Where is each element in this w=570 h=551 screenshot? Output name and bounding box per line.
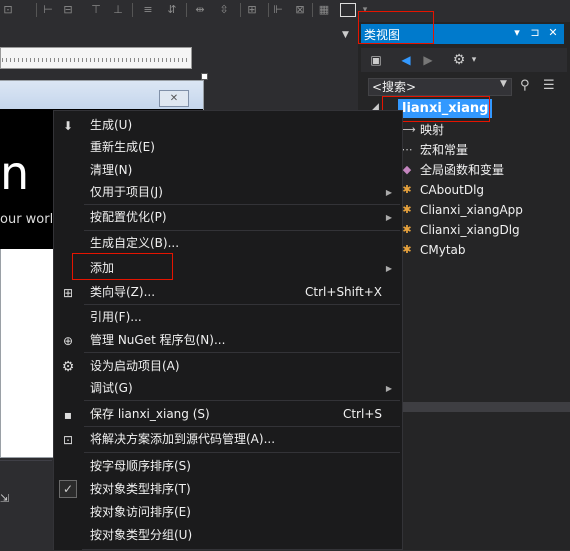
menu-separator [84,204,400,205]
menu-item-set-startup[interactable]: ⚙ 设为启动项目(A) [54,355,402,378]
grid-icon[interactable]: ▦ [318,3,330,17]
tree-item-macros[interactable]: 宏和常量 [420,142,468,158]
menu-item-build[interactable]: ⬇ 生成(U) [54,114,402,137]
search-options-icon[interactable]: ☰ [543,78,555,93]
settings-dropdown-icon[interactable]: ▾ [468,52,480,68]
tree-item-class[interactable]: CAboutDlg [420,182,484,198]
settings-gear-icon[interactable]: ⚙ [450,52,468,68]
menu-item-sort-type[interactable]: ✓ 按对象类型排序(T) [54,478,402,501]
search-dropdown-icon[interactable]: ▼ [500,79,507,89]
horizontal-scrollbar[interactable] [402,402,570,412]
menu-item-debug[interactable]: 调试(G) ▶ [54,377,402,400]
resize-handle[interactable] [201,73,208,80]
tree-item-globals[interactable]: 全局函数和变量 [420,162,504,178]
menu-item-pgo[interactable]: 按配置优化(P) ▶ [54,206,402,229]
menu-separator [84,304,400,305]
tree-item-class[interactable]: CMytab [420,242,466,258]
editor-dropdown-icon[interactable]: ▼ [342,30,349,40]
source-control-icon: ⊡ [62,433,74,447]
menu-item-references[interactable]: 引用(F)... [54,306,402,329]
align-top-icon[interactable]: ⊤ [90,3,102,17]
new-folder-icon[interactable]: ▣ [368,52,384,68]
menu-item-clean[interactable]: 清理(N) [54,159,402,182]
submenu-arrow-icon: ▶ [385,384,392,393]
space-across-icon[interactable]: ⇹ [194,3,206,17]
tree-item-map[interactable]: 映射 [420,122,444,138]
class-view-search-input[interactable]: <搜索> [368,78,512,96]
submenu-arrow-icon: ▶ [385,264,392,273]
tree-item-class[interactable]: Clianxi_xiangDlg [420,222,520,238]
back-icon[interactable]: ◀ [398,52,414,68]
main-toolbar: ⊡ ⊢ ⊟ ⊤ ⊥ ≡ ⇵ ⇹ ⇳ ⊞ ⊩ ⊠ ▦ ▾ [0,0,570,23]
menu-separator [84,426,400,427]
submenu-arrow-icon: ▶ [385,188,392,197]
menu-separator [84,230,400,231]
pin-icon[interactable]: ⊐ [528,26,542,39]
submenu-arrow-icon: ▶ [385,213,392,222]
close-icon[interactable]: ✕ [546,26,560,39]
class-wizard-icon: ⊞ [62,286,74,300]
build-icon: ⬇ [62,119,74,133]
menu-separator [84,452,400,453]
menu-item-nuget[interactable]: ⊕ 管理 NuGet 程序包(N)... [54,329,402,352]
align-bottom-icon[interactable]: ⊥ [112,3,124,17]
menu-separator [84,352,400,353]
nuget-icon: ⊕ [62,334,74,348]
center-vertical-icon[interactable]: ⊞ [246,3,258,17]
gear-icon: ⚙ [61,359,75,375]
checkmark-icon: ✓ [59,480,77,498]
align-center-icon[interactable]: ⊟ [62,3,74,17]
arrange-icon[interactable]: ⊩ [272,3,284,17]
test-dialog-icon[interactable]: ⊠ [294,3,306,17]
menu-item-rebuild[interactable]: 重新生成(E) [54,136,402,159]
guides-icon[interactable] [340,3,356,17]
same-height-icon[interactable]: ⇵ [166,3,178,17]
toolbar-align-icon[interactable]: ⊡ [2,3,14,17]
menu-item-sort-access[interactable]: 按对象访问排序(E) [54,501,402,524]
menu-item-group-type[interactable]: 按对象类型分组(U) [54,524,402,547]
align-left-icon[interactable]: ⊢ [42,3,54,17]
bottom-panel-icon[interactable]: ⇲ [0,492,14,506]
menu-item-add-source-control[interactable]: ⊡ 将解决方案添加到源代码管理(A)... [54,428,402,451]
ruler-ticks [2,58,188,62]
menu-item-sort-alpha[interactable]: 按字母顺序排序(S) [54,455,402,478]
search-icon[interactable]: ⚲ [520,78,530,93]
menu-item-save[interactable]: ▪ 保存 lianxi_xiang (S) Ctrl+S [54,403,402,426]
menu-item-build-customizations[interactable]: 生成自定义(B)... [54,232,402,255]
dialog-close-icon[interactable]: ✕ [159,90,189,107]
highlight-box-add [72,253,173,280]
menu-item-project-only[interactable]: 仅用于项目(J) ▶ [54,181,402,204]
highlight-box-classview-tab [358,11,434,44]
save-icon: ▪ [63,408,73,422]
space-down-icon[interactable]: ⇳ [218,3,230,17]
menu-separator [84,400,400,401]
same-width-icon[interactable]: ≡ [142,3,154,17]
tree-item-class[interactable]: Clianxi_xiangApp [420,202,523,218]
menu-item-class-wizard[interactable]: ⊞ 类向导(Z)... Ctrl+Shift+X [54,281,402,304]
chevron-down-icon[interactable]: ▾ [510,26,524,39]
forward-icon[interactable]: ▶ [420,52,436,68]
splash-letter: n [0,146,30,200]
